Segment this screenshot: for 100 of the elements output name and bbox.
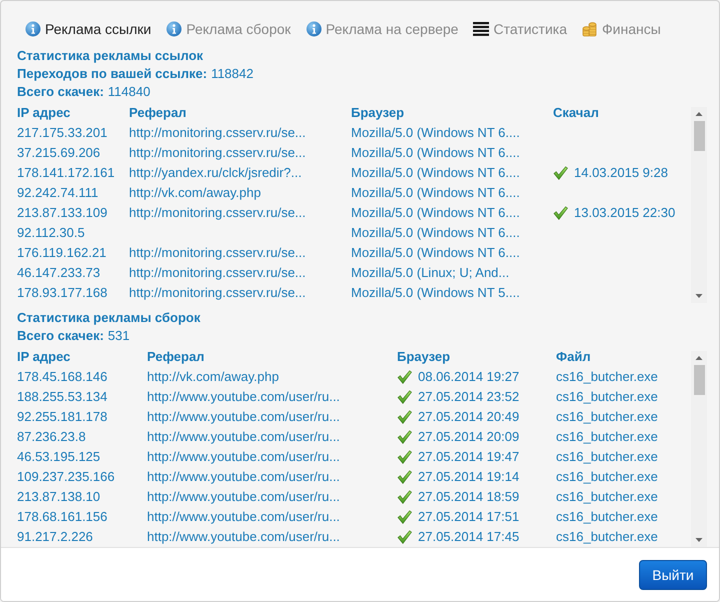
stat-label: Переходов по вашей ссылке: bbox=[17, 65, 208, 83]
table-cell-text: 14.03.2015 9:28 bbox=[574, 164, 668, 182]
table-cell-text: 217.175.33.201 bbox=[17, 124, 108, 142]
tab[interactable]: Реклама на сервере bbox=[306, 17, 458, 41]
table-cell-text: Mozilla/5.0 (Windows NT 6.... bbox=[351, 144, 520, 162]
table-cell-text: http://monitoring.csserv.ru/se... bbox=[129, 204, 306, 222]
table-cell-text: cs16_butcher.exe bbox=[556, 528, 658, 546]
table-cell-text: cs16_butcher.exe bbox=[556, 368, 658, 386]
check-icon bbox=[397, 490, 412, 504]
column-header: IP адрес bbox=[17, 104, 70, 122]
table-cell-text: 27.05.2014 17:51 bbox=[418, 508, 520, 526]
table-cell-text: 92.242.74.111 bbox=[17, 184, 98, 202]
exit-button[interactable]: Выйти bbox=[639, 560, 707, 590]
table-cell-text: http://yandex.ru/clck/jsredir?... bbox=[129, 164, 302, 182]
check-icon bbox=[397, 370, 412, 384]
info-icon bbox=[306, 21, 322, 37]
table-cell-text: http://www.youtube.com/user/ru... bbox=[147, 408, 340, 426]
table-cell-text: 213.87.138.10 bbox=[17, 488, 100, 506]
table-cell-text: http://vk.com/away.php bbox=[129, 184, 261, 202]
table-cell-text: 37.215.69.206 bbox=[17, 144, 100, 162]
stat-value: 114840 bbox=[108, 83, 150, 101]
table-cell-text: 92.255.181.178 bbox=[17, 408, 108, 426]
check-icon bbox=[397, 450, 412, 464]
table-cell-text: 13.03.2015 22:30 bbox=[574, 204, 676, 222]
table-cell-text: http://monitoring.csserv.ru/se... bbox=[129, 264, 306, 282]
check-icon bbox=[397, 430, 412, 444]
stat-value: 118842 bbox=[211, 65, 254, 83]
table-cell-text: 178.93.177.168 bbox=[17, 284, 108, 302]
column-header: Браузер bbox=[397, 348, 450, 366]
column-header: Реферал bbox=[129, 104, 186, 122]
stat-value: 531 bbox=[108, 327, 130, 345]
table-cell-text: 08.06.2014 19:27 bbox=[418, 368, 520, 386]
table-cell-text: http://www.youtube.com/user/ru... bbox=[147, 528, 340, 546]
table-cell-text: http://www.youtube.com/user/ru... bbox=[147, 488, 340, 506]
column-header: Файл bbox=[556, 348, 591, 366]
table-cell-text: http://monitoring.csserv.ru/se... bbox=[129, 124, 306, 142]
table-cell-text: 188.255.53.134 bbox=[17, 388, 108, 406]
table-cell-text: cs16_butcher.exe bbox=[556, 388, 658, 406]
table-cell-text: 213.87.133.109 bbox=[17, 204, 108, 222]
menu-icon bbox=[473, 22, 490, 36]
check-icon bbox=[397, 510, 412, 524]
table-cell-text: cs16_butcher.exe bbox=[556, 428, 658, 446]
table-cell-text: 27.05.2014 19:14 bbox=[418, 468, 520, 486]
column-header: Реферал bbox=[147, 348, 204, 366]
tab[interactable]: Реклама ссылки bbox=[25, 17, 152, 41]
table-cell-text: Mozilla/5.0 (Windows NT 6.... bbox=[351, 244, 520, 262]
table-cell-text: Mozilla/5.0 (Windows NT 6.... bbox=[351, 124, 520, 142]
check-icon bbox=[397, 390, 412, 404]
column-header: Скачал bbox=[553, 104, 599, 122]
table-cell-text: http://monitoring.csserv.ru/se... bbox=[129, 144, 306, 162]
table-cell-text: 87.236.23.8 bbox=[17, 428, 86, 446]
scrollbar[interactable] bbox=[691, 107, 707, 303]
table-cell-text: cs16_butcher.exe bbox=[556, 468, 658, 486]
stat-label: Всего скачек: bbox=[17, 83, 104, 101]
check-icon bbox=[553, 206, 568, 220]
table-cell-text: 46.147.233.73 bbox=[17, 264, 100, 282]
section-title: Статистика рекламы ссылок bbox=[17, 48, 204, 63]
table-cell-text: 178.141.172.161 bbox=[17, 164, 115, 182]
tab[interactable]: Статистика bbox=[473, 17, 567, 41]
table-cell-text: http://monitoring.csserv.ru/se... bbox=[129, 244, 306, 262]
table-cell-text: 27.05.2014 17:45 bbox=[418, 528, 520, 546]
scrollbar[interactable] bbox=[691, 351, 707, 547]
info-icon bbox=[25, 21, 41, 37]
tab[interactable]: Финансы bbox=[582, 17, 661, 41]
table-cell-text: http://monitoring.csserv.ru/se... bbox=[129, 284, 306, 302]
table-cell-text: 178.45.168.146 bbox=[17, 368, 108, 386]
check-icon bbox=[397, 410, 412, 424]
table-cell-text: Mozilla/5.0 (Linux; U; And... bbox=[351, 264, 510, 282]
table-cell-text: http://www.youtube.com/user/ru... bbox=[147, 448, 340, 466]
scrollbar-thumb[interactable] bbox=[694, 121, 704, 151]
tab[interactable]: Реклама сборок bbox=[166, 17, 291, 41]
table-cell-text: http://www.youtube.com/user/ru... bbox=[147, 428, 340, 446]
table-cell-text: http://www.youtube.com/user/ru... bbox=[147, 468, 340, 486]
table-cell-text: cs16_butcher.exe bbox=[556, 408, 658, 426]
table-cell-text: Mozilla/5.0 (Windows NT 6.... bbox=[351, 224, 520, 242]
table-cell-text: cs16_butcher.exe bbox=[556, 448, 658, 466]
table-cell-text: Mozilla/5.0 (Windows NT 6.... bbox=[351, 184, 520, 202]
table-cell-text: Mozilla/5.0 (Windows NT 6.... bbox=[351, 164, 520, 182]
table-cell-text: Mozilla/5.0 (Windows NT 5.... bbox=[351, 284, 520, 302]
table-cell-text: 27.05.2014 23:52 bbox=[418, 388, 520, 406]
scrollbar-thumb[interactable] bbox=[694, 365, 704, 395]
table-cell-text: 92.112.30.5 bbox=[17, 224, 85, 242]
table-cell-text: http://www.youtube.com/user/ru... bbox=[147, 508, 340, 526]
table-cell-text: Mozilla/5.0 (Windows NT 6.... bbox=[351, 204, 520, 222]
section-title: Статистика рекламы сборок bbox=[17, 310, 200, 325]
table-cell-text: 27.05.2014 18:59 bbox=[418, 488, 520, 506]
table-cell-text: 46.53.195.125 bbox=[17, 448, 100, 466]
table-cell-text: 109.237.235.166 bbox=[17, 468, 115, 486]
table-cell-text: 27.05.2014 20:49 bbox=[418, 408, 520, 426]
column-header: IP адрес bbox=[17, 348, 70, 366]
table-cell-text: 176.119.162.21 bbox=[17, 244, 106, 262]
table-cell-text: 178.68.161.156 bbox=[17, 508, 108, 526]
table-cell-text: cs16_butcher.exe bbox=[556, 488, 658, 506]
table-cell-text: http://www.youtube.com/user/ru... bbox=[147, 388, 340, 406]
table-cell-text: 91.217.2.226 bbox=[17, 528, 93, 546]
table-cell-text: 27.05.2014 19:47 bbox=[418, 448, 520, 466]
info-icon bbox=[166, 21, 182, 37]
table-cell-text: cs16_butcher.exe bbox=[556, 508, 658, 526]
check-icon bbox=[397, 530, 412, 544]
column-header: Браузер bbox=[351, 104, 404, 122]
